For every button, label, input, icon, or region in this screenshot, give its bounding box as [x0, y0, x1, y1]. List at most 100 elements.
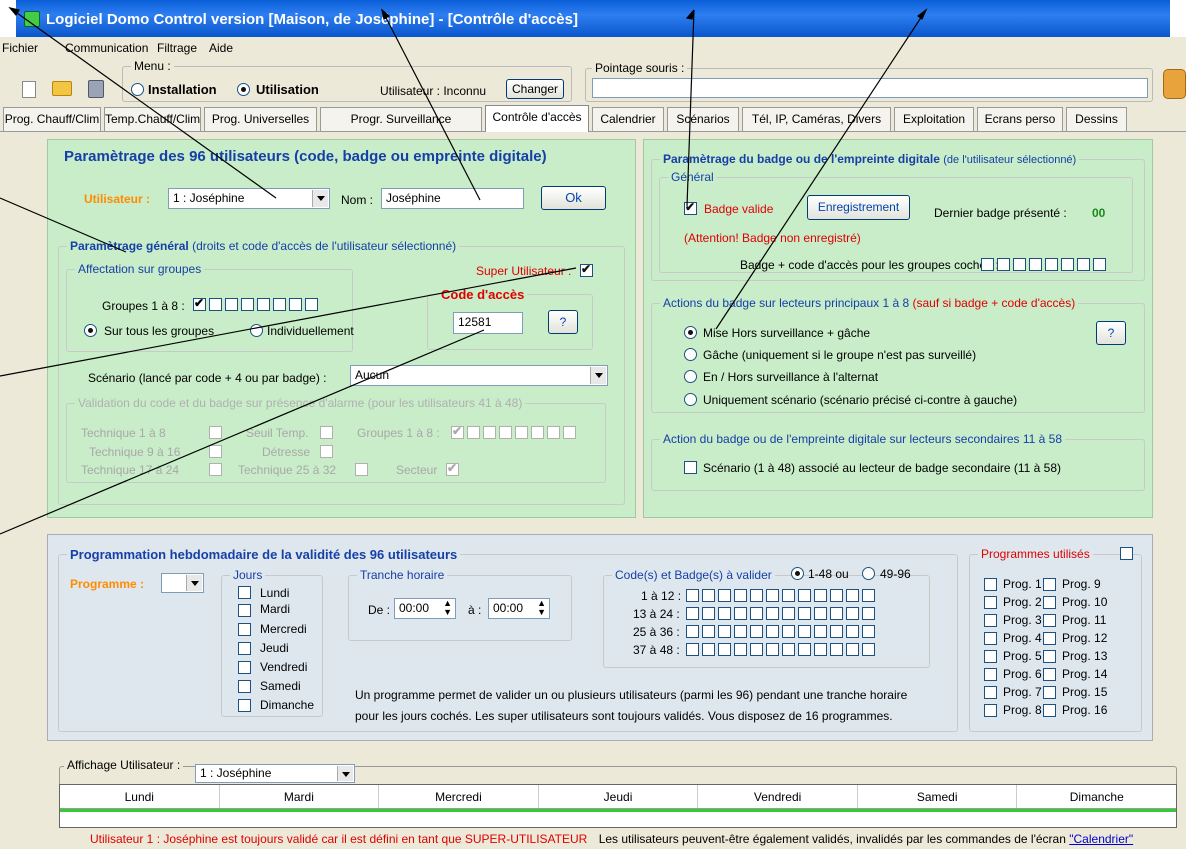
day-mardi-checkbox[interactable]: [238, 604, 251, 617]
tab-progr-surveillance[interactable]: Progr. Surveillance: [320, 107, 482, 131]
new-file-icon[interactable]: [22, 81, 36, 98]
day-vendredi-checkbox[interactable]: [238, 661, 251, 674]
program-15-checkbox[interactable]: [1043, 686, 1056, 699]
help-button[interactable]: ?: [1096, 321, 1126, 345]
day-lundi-checkbox[interactable]: [238, 586, 251, 599]
codes-row-3[interactable]: [686, 625, 875, 638]
day-dimanche-checkbox[interactable]: [238, 699, 251, 712]
program-9-checkbox[interactable]: [1043, 578, 1056, 591]
weekly-panel: Programmation hebdomadaire de la validit…: [47, 534, 1153, 741]
to-time-input[interactable]: 00:00 ▲ ▼: [488, 598, 550, 619]
open-folder-icon[interactable]: [52, 81, 72, 96]
ok-button[interactable]: Ok: [541, 186, 606, 210]
groups-label: Groupes 1 à 8 :: [102, 299, 185, 313]
help-book-icon[interactable]: [1163, 69, 1186, 99]
program-1-checkbox[interactable]: [984, 578, 997, 591]
menu-communication[interactable]: Communication: [65, 41, 148, 55]
day-jeudi-checkbox[interactable]: [238, 642, 251, 655]
program-7-checkbox[interactable]: [984, 686, 997, 699]
super-user-checkbox[interactable]: [580, 262, 593, 277]
tab-calendrier[interactable]: Calendrier: [592, 107, 664, 131]
status-super-user-message: Utilisateur 1 : Joséphine est toujours v…: [90, 832, 588, 846]
program-11-checkbox[interactable]: [1043, 614, 1056, 627]
action2-radio[interactable]: [684, 348, 697, 361]
name-label: Nom :: [341, 193, 374, 207]
individual-radio[interactable]: [250, 324, 263, 337]
register-button[interactable]: Enregistrement: [807, 195, 910, 220]
range-1-48-radio[interactable]: [791, 567, 804, 580]
users-panel-title: Paramètrage des 96 utilisateurs (code, b…: [64, 148, 547, 165]
secteur-checkbox[interactable]: [446, 461, 459, 476]
calendar-link[interactable]: "Calendrier": [1069, 832, 1133, 846]
mode-installation-radio[interactable]: [131, 83, 144, 96]
program-14-checkbox[interactable]: [1043, 668, 1056, 681]
mode-utilisation-radio[interactable]: [237, 83, 250, 96]
tab-temp-chauff[interactable]: Temp.Chauff/Clim: [104, 107, 201, 131]
tech2532-checkbox[interactable]: [355, 463, 368, 476]
tab-dessins[interactable]: Dessins: [1066, 107, 1127, 131]
users-panel: Paramètrage des 96 utilisateurs (code, b…: [47, 139, 636, 518]
tab-prog-chauff[interactable]: Prog. Chauff/Clim: [3, 107, 101, 131]
last-badge-value: 00: [1092, 206, 1106, 220]
badge-code-label: Badge + code d'accès pour les groupes co…: [740, 258, 999, 272]
program-select[interactable]: [161, 573, 204, 593]
day-samedi-checkbox[interactable]: [238, 680, 251, 693]
program-4-checkbox[interactable]: [984, 632, 997, 645]
alarm-groups-checkboxes[interactable]: [451, 424, 576, 439]
from-time-input[interactable]: 00:00 ▲ ▼: [394, 598, 456, 619]
tab-scenarios[interactable]: Scénarios: [667, 107, 739, 131]
tech916-checkbox[interactable]: [209, 445, 222, 458]
day-mercredi-checkbox[interactable]: [238, 623, 251, 636]
secondary-scenario-checkbox[interactable]: [684, 461, 697, 474]
tech1724-checkbox[interactable]: [209, 463, 222, 476]
change-user-button[interactable]: Changer: [506, 79, 564, 99]
program-3-label: Prog. 3: [1003, 613, 1042, 627]
program-6-checkbox[interactable]: [984, 668, 997, 681]
program-13-checkbox[interactable]: [1043, 650, 1056, 663]
program-15-label: Prog. 15: [1062, 685, 1108, 699]
badge-code-groups-checkboxes[interactable]: [981, 258, 1106, 271]
programs-used-all-checkbox[interactable]: [1120, 547, 1133, 560]
tab-ecrans-perso[interactable]: Ecrans perso: [977, 107, 1063, 131]
program-16-checkbox[interactable]: [1043, 704, 1056, 717]
menu-filtrage[interactable]: Filtrage: [157, 41, 197, 55]
detresse-checkbox[interactable]: [320, 445, 333, 458]
access-code-input[interactable]: 12581: [453, 312, 523, 334]
help-button[interactable]: ?: [548, 310, 578, 334]
action3-radio[interactable]: [684, 370, 697, 383]
range-49-96-radio[interactable]: [862, 567, 875, 580]
tab-prog-universelles[interactable]: Prog. Universelles: [204, 107, 317, 131]
all-groups-radio[interactable]: [84, 324, 97, 337]
window-title: Logiciel Domo Control version [Maison, d…: [46, 11, 578, 28]
name-input[interactable]: Joséphine: [381, 188, 524, 209]
groups-checkboxes[interactable]: [193, 296, 318, 311]
user-select[interactable]: 1 : Joséphine: [168, 188, 330, 209]
menu-fichier[interactable]: Fichier: [2, 41, 38, 55]
codes-row-2[interactable]: [686, 607, 875, 620]
menu-aide[interactable]: Aide: [209, 41, 233, 55]
display-user-select[interactable]: 1 : Joséphine: [195, 764, 355, 783]
program-3-checkbox[interactable]: [984, 614, 997, 627]
tab-exploitation[interactable]: Exploitation: [894, 107, 974, 131]
print-icon[interactable]: [88, 80, 104, 98]
program-5-checkbox[interactable]: [984, 650, 997, 663]
program-2-checkbox[interactable]: [984, 596, 997, 609]
spin-icon[interactable]: ▲ ▼: [537, 599, 546, 617]
tab-controle-acces[interactable]: Contrôle d'accès: [485, 105, 589, 132]
program-16-label: Prog. 16: [1062, 703, 1108, 717]
program-10-label: Prog. 10: [1062, 595, 1108, 609]
action4-radio[interactable]: [684, 393, 697, 406]
badge-valid-checkbox[interactable]: [684, 200, 697, 215]
tab-tel-ip[interactable]: Tél, IP, Caméras, Divers: [742, 107, 891, 131]
program-10-checkbox[interactable]: [1043, 596, 1056, 609]
spin-icon[interactable]: ▲ ▼: [443, 599, 452, 617]
codes-row-4[interactable]: [686, 643, 875, 656]
scenario-select[interactable]: Aucun: [350, 365, 608, 386]
codes-row-1[interactable]: [686, 589, 875, 602]
tech18-checkbox[interactable]: [209, 426, 222, 439]
action1-radio[interactable]: [684, 326, 697, 339]
day-column-dimanche: Dimanche: [1069, 790, 1124, 804]
program-8-checkbox[interactable]: [984, 704, 997, 717]
seuil-checkbox[interactable]: [320, 426, 333, 439]
program-12-checkbox[interactable]: [1043, 632, 1056, 645]
